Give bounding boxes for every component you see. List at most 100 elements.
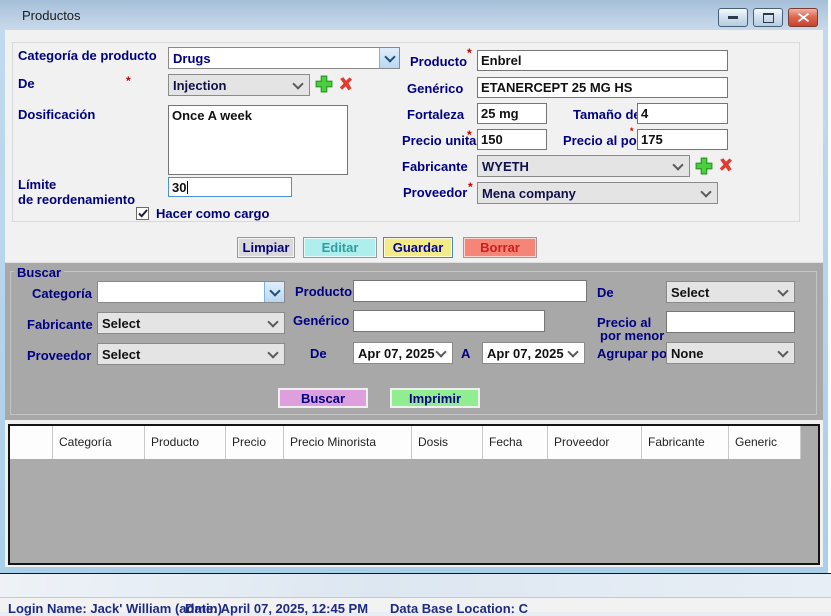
dosage-textarea[interactable]: Once A week [168,105,348,175]
size-input[interactable]: 4 [637,103,728,124]
category-dropdown-button[interactable] [379,48,399,68]
search-manufacturer-combobox[interactable]: Select [97,312,285,334]
search-type-label: De [597,285,614,300]
strength-label: Fortaleza [407,107,464,122]
date-from-value: Apr 07, 2025 [354,346,437,361]
chevron-down-icon [777,346,788,357]
strength-input[interactable]: 25 mg [477,103,547,124]
product-required-marker: * [467,48,472,58]
clear-button[interactable]: Limpiar [237,237,295,258]
checkmark-icon [138,209,148,218]
search-category-label: Categoría [32,286,92,301]
column-header-dosis[interactable]: Dosis [412,426,483,459]
category-combobox[interactable]: Drugs [168,47,400,69]
add-type-icon[interactable] [315,75,333,93]
supplier-value: Mena company [478,186,702,201]
chevron-down-icon [672,159,683,170]
type-required-marker: * [126,76,131,86]
search-supplier-combobox[interactable]: Select [97,343,285,365]
dosage-label: Dosificación [18,107,95,122]
manufacturer-combobox[interactable]: WYETH [477,155,690,177]
column-header-proveedor[interactable]: Proveedor [548,426,642,459]
date-from-picker[interactable]: Apr 07, 2025 [353,342,453,364]
column-header-producto[interactable]: Producto [145,426,226,459]
column-header-fabricante[interactable]: Fabricante [642,426,729,459]
status-date: Date: April 07, 2025, 12:45 PM [185,601,368,616]
retail-price-value: 175 [641,132,663,147]
search-retail-input[interactable] [666,311,795,333]
window-title: Productos [22,8,81,23]
column-header-precio-minorista[interactable]: Precio Minorista [284,426,412,459]
reorder-limit-input[interactable]: 30 [168,177,292,197]
search-generic-input[interactable] [353,310,545,332]
restore-icon [763,13,774,23]
column-header-categoria[interactable]: Categoría [53,426,145,459]
supplier-label: Proveedor [403,185,467,200]
delete-manufacturer-icon[interactable] [717,156,734,174]
chevron-down-icon [567,346,578,357]
search-product-input[interactable] [353,280,587,302]
chevron-down-icon [292,78,303,89]
charge-checkbox[interactable] [136,207,149,220]
group-by-combobox[interactable]: None [666,342,795,364]
text-caret [187,181,188,194]
size-value: 4 [641,106,648,121]
chevron-down-icon [700,186,711,197]
generic-value: ETANERCEPT 25 MG HS [481,80,632,95]
date-to-label: A [461,346,470,361]
generic-input[interactable]: ETANERCEPT 25 MG HS [477,77,728,98]
minimize-button[interactable] [718,8,748,27]
search-groupbox-title: Buscar [14,265,64,280]
search-generic-label: Genérico [293,313,349,328]
results-grid: Categoría Producto Precio Precio Minoris… [8,424,820,565]
close-button[interactable] [788,8,818,27]
category-value: Drugs [169,51,379,66]
type-combobox[interactable]: Injection [168,74,310,96]
delete-button[interactable]: Borrar [463,237,537,258]
date-to-value: Apr 07, 2025 [483,346,569,361]
search-supplier-label: Proveedor [27,348,91,363]
dosage-value: Once A week [172,108,252,123]
delete-type-icon[interactable] [337,75,354,93]
print-button[interactable]: Imprimir [390,388,480,408]
supplier-combobox[interactable]: Mena company [477,182,718,204]
chevron-down-icon [267,316,278,327]
edit-button[interactable]: Editar [303,237,377,258]
reorder-limit-value: 30 [172,180,186,195]
type-value: Injection [169,78,294,93]
product-input[interactable]: Enbrel [477,50,728,71]
maximize-button[interactable] [753,8,783,27]
product-label: Producto [410,54,467,69]
retail-price-input[interactable]: 175 [637,129,728,150]
search-category-dropdown-button[interactable] [264,282,284,302]
search-category-combobox[interactable] [97,281,285,303]
column-header-fecha[interactable]: Fecha [483,426,548,459]
manufacturer-value: WYETH [478,159,674,174]
column-header-precio[interactable]: Precio [226,426,284,459]
category-label: Categoría de producto [18,48,157,63]
chevron-down-icon [777,285,788,296]
search-manufacturer-value: Select [98,316,269,331]
search-type-combobox[interactable]: Select [666,281,795,303]
group-by-value: None [667,346,779,361]
search-button[interactable]: Buscar [278,388,368,408]
product-value: Enbrel [481,53,521,68]
save-button[interactable]: Guardar [383,237,453,258]
date-to-picker[interactable]: Apr 07, 2025 [482,342,585,364]
charge-checkbox-label: Hacer como cargo [156,206,269,221]
type-label: De [18,76,35,91]
minimize-icon [728,16,738,19]
chevron-down-icon [269,285,280,296]
close-icon [798,13,809,22]
column-header-generic[interactable]: Generic [729,426,801,459]
search-supplier-value: Select [98,347,269,362]
unit-price-input[interactable]: 150 [477,129,547,150]
chevron-down-icon [435,346,446,357]
chevron-down-icon [384,51,395,62]
size-label: Tamaño del [573,107,644,122]
title-bar: Productos [0,0,828,30]
add-manufacturer-icon[interactable] [695,157,713,175]
unit-price-value: 150 [481,132,503,147]
strength-value: 25 mg [481,106,519,121]
chevron-down-icon [267,347,278,358]
